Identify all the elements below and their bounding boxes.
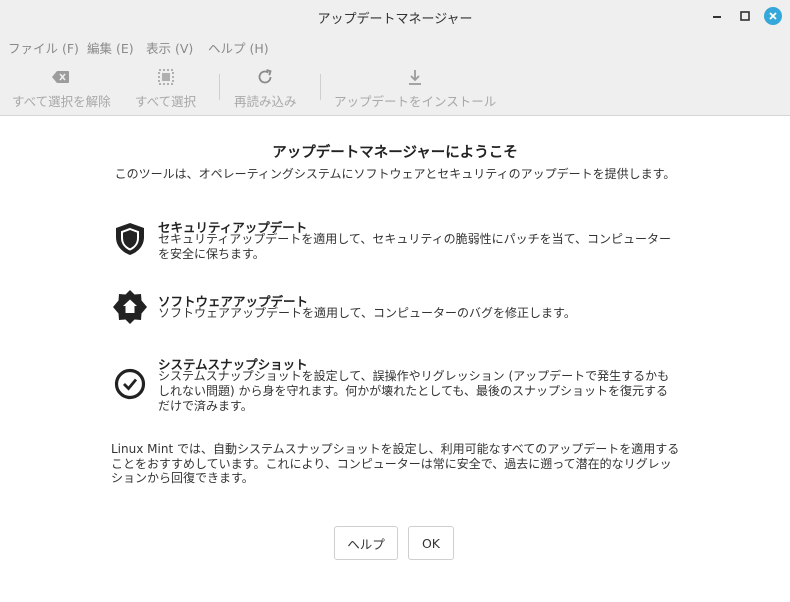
clear-selection-label: すべて選択を解除 — [12, 94, 111, 109]
refresh-icon — [256, 66, 274, 88]
select-all-label: すべて選択 — [135, 94, 197, 109]
select-all-button[interactable]: すべて選択 — [135, 66, 196, 110]
clock-icon — [112, 366, 148, 402]
ok-button[interactable]: OK — [408, 526, 454, 560]
recommendation-text: Linux Mint では、自動システムスナップショットを設定し、利用可能なすべ… — [111, 442, 680, 485]
page-title: アップデートマネージャーにようこそ — [272, 145, 518, 161]
install-updates-button[interactable]: アップデートをインストール — [334, 66, 496, 110]
menu-help[interactable]: ヘルプ (H) — [208, 38, 269, 57]
toolbar-separator — [320, 74, 321, 100]
select-all-icon — [157, 66, 175, 88]
toolbar: すべて選択を解除 すべて選択 再読み込み アップデートをインストール — [0, 64, 790, 112]
menubar: ファイル (F) 編集 (E) 表示 (V) ヘルプ (H) — [0, 36, 790, 58]
titlebar[interactable]: アップデートマネージャー — [0, 0, 790, 32]
menu-edit[interactable]: 編集 (E) — [87, 38, 134, 57]
shield-icon — [112, 221, 148, 257]
maximize-button[interactable] — [735, 6, 755, 26]
help-button[interactable]: ヘルプ — [334, 526, 398, 560]
badge-home-icon — [112, 289, 148, 325]
toolbar-separator — [219, 74, 220, 100]
feature-description: システムスナップショットを設定して、誤操作やリグレッション (アップデートで発生… — [158, 369, 670, 413]
welcome-content: アップデートマネージャーにようこそ このツールは、オペレーティングシステムにソフ… — [0, 117, 790, 602]
download-icon — [406, 66, 424, 88]
menu-file[interactable]: ファイル (F) — [8, 38, 79, 57]
feature-description: ソフトウェアアップデートを適用して、コンピューターのバグを修正します。 — [158, 306, 576, 320]
feature-security: セキュリティアップデート セキュリティアップデートを適用して、セキュリティの脆弱… — [112, 217, 702, 261]
window-header: アップデートマネージャー ファイル (F) 編集 (E) 表示 (V) ヘルプ … — [0, 0, 790, 116]
feature-software: ソフトウェアアップデート ソフトウェアアップデートを適用して、コンピューターのバ… — [112, 289, 702, 327]
maximize-icon — [740, 11, 750, 21]
close-icon — [769, 12, 777, 20]
minimize-button[interactable] — [707, 6, 727, 26]
update-manager-window: アップデートマネージャー ファイル (F) 編集 (E) 表示 (V) ヘルプ … — [0, 0, 790, 602]
backspace-icon — [51, 66, 71, 88]
refresh-button[interactable]: 再読み込み — [234, 66, 297, 110]
page-subtitle: このツールは、オペレーティングシステムにソフトウェアとセキュリティのアップデート… — [114, 167, 676, 181]
refresh-label: 再読み込み — [234, 94, 297, 109]
feature-description: セキュリティアップデートを適用して、セキュリティの脆弱性にパッチを当て、コンピュ… — [158, 232, 672, 261]
minimize-icon — [713, 16, 721, 18]
close-button-circle — [764, 7, 782, 25]
menu-view[interactable]: 表示 (V) — [146, 38, 193, 57]
window-title: アップデートマネージャー — [317, 12, 473, 27]
install-updates-label: アップデートをインストール — [334, 94, 497, 109]
clear-selection-button[interactable]: すべて選択を解除 — [12, 66, 111, 110]
feature-snapshot: システムスナップショット システムスナップショットを設定して、誤操作やリグレッシ… — [112, 354, 702, 418]
close-button[interactable] — [763, 6, 783, 26]
